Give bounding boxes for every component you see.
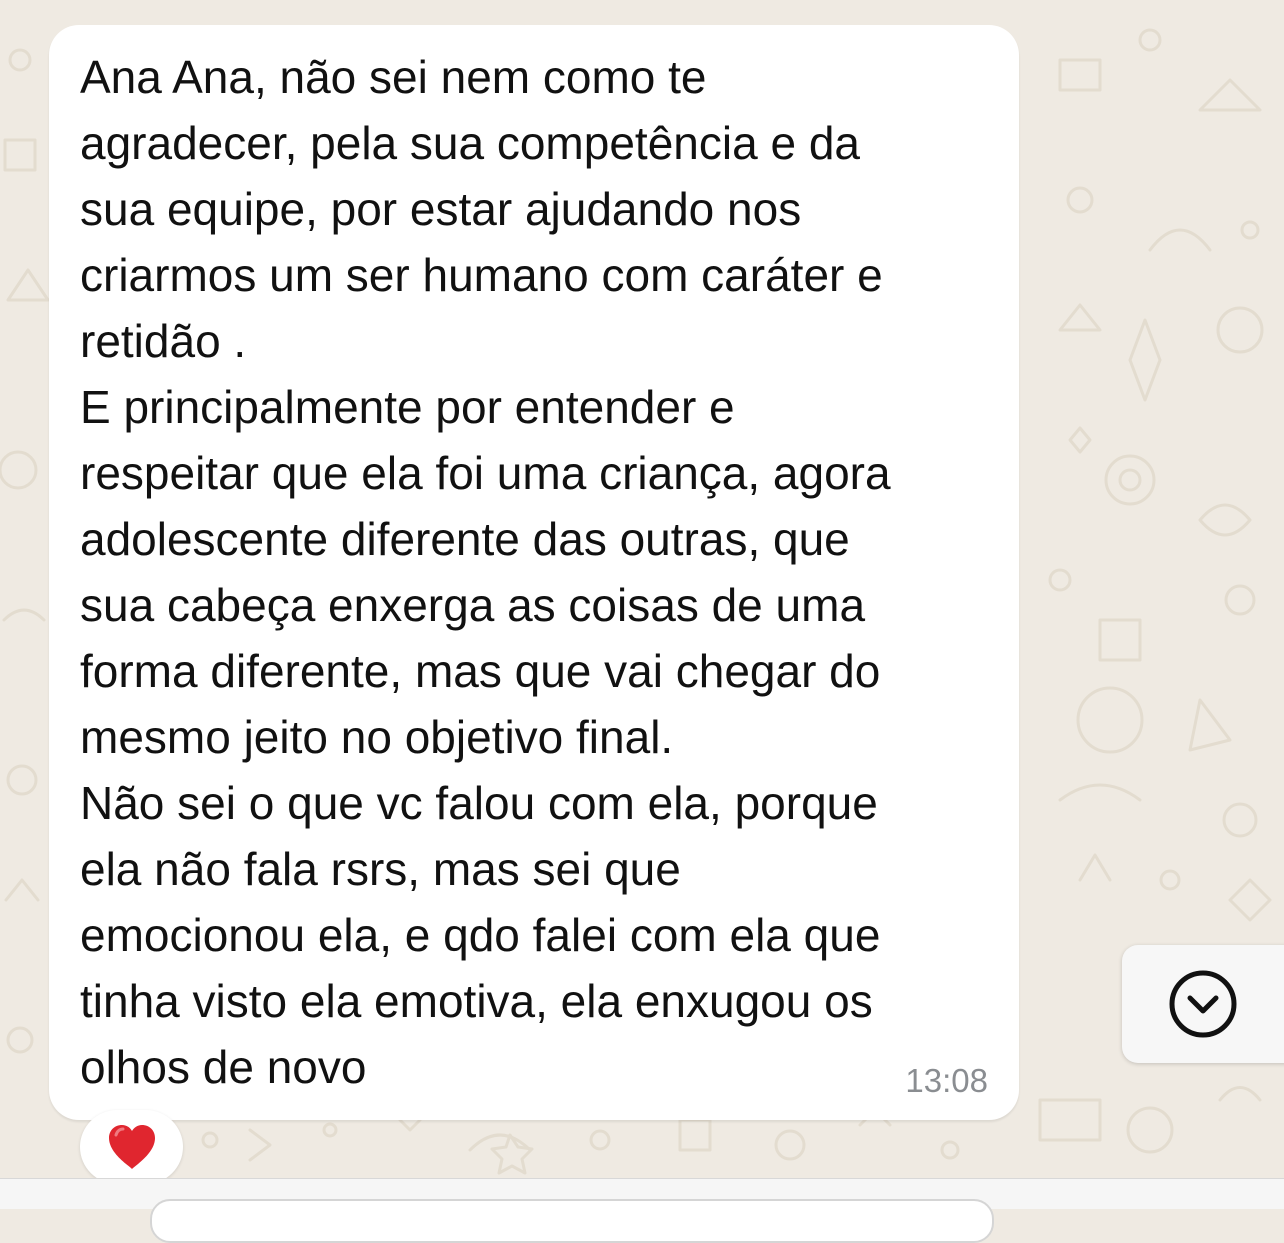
message-line: Ana Ana, não sei nem como te — [80, 51, 707, 103]
message-line: E principalmente por entender e — [80, 381, 735, 433]
message-bubble[interactable]: Ana Ana, não sei nem como te agradecer, … — [49, 25, 1019, 1120]
message-input[interactable] — [150, 1199, 994, 1243]
message-line: forma diferente, mas que vai chegar do — [80, 645, 881, 697]
heart-icon — [108, 1125, 155, 1169]
message-line: tinha visto ela emotiva, ela enxugou os — [80, 975, 873, 1027]
message-timestamp: 13:08 — [905, 1062, 988, 1099]
message-line: ela não fala rsrs, mas sei que — [80, 843, 681, 895]
scroll-to-bottom-button[interactable] — [1122, 945, 1284, 1063]
message-line: agradecer, pela sua competência e da — [80, 117, 860, 169]
message-line: sua cabeça enxerga as coisas de uma — [80, 579, 866, 631]
chevron-down-icon — [1169, 970, 1237, 1038]
message-line: sua equipe, por estar ajudando nos — [80, 183, 802, 235]
message-line: respeitar que ela foi uma criança, agora — [80, 447, 891, 499]
message-line: retidão . — [80, 315, 247, 367]
message-line: mesmo jeito no objetivo final. — [80, 711, 674, 763]
message-line: olhos de novo — [80, 1041, 367, 1093]
composer-bar — [0, 1178, 1284, 1243]
message-text: Ana Ana, não sei nem como te agradecer, … — [80, 44, 1000, 1100]
message-line: Não sei o que vc falou com ela, porque — [80, 777, 878, 829]
message-line: emocionou ela, e qdo falei com ela que — [80, 909, 881, 961]
message-line: criarmos um ser humano com caráter e — [80, 249, 883, 301]
message-reaction[interactable] — [80, 1110, 183, 1184]
message-line: adolescente diferente das outras, que — [80, 513, 850, 565]
